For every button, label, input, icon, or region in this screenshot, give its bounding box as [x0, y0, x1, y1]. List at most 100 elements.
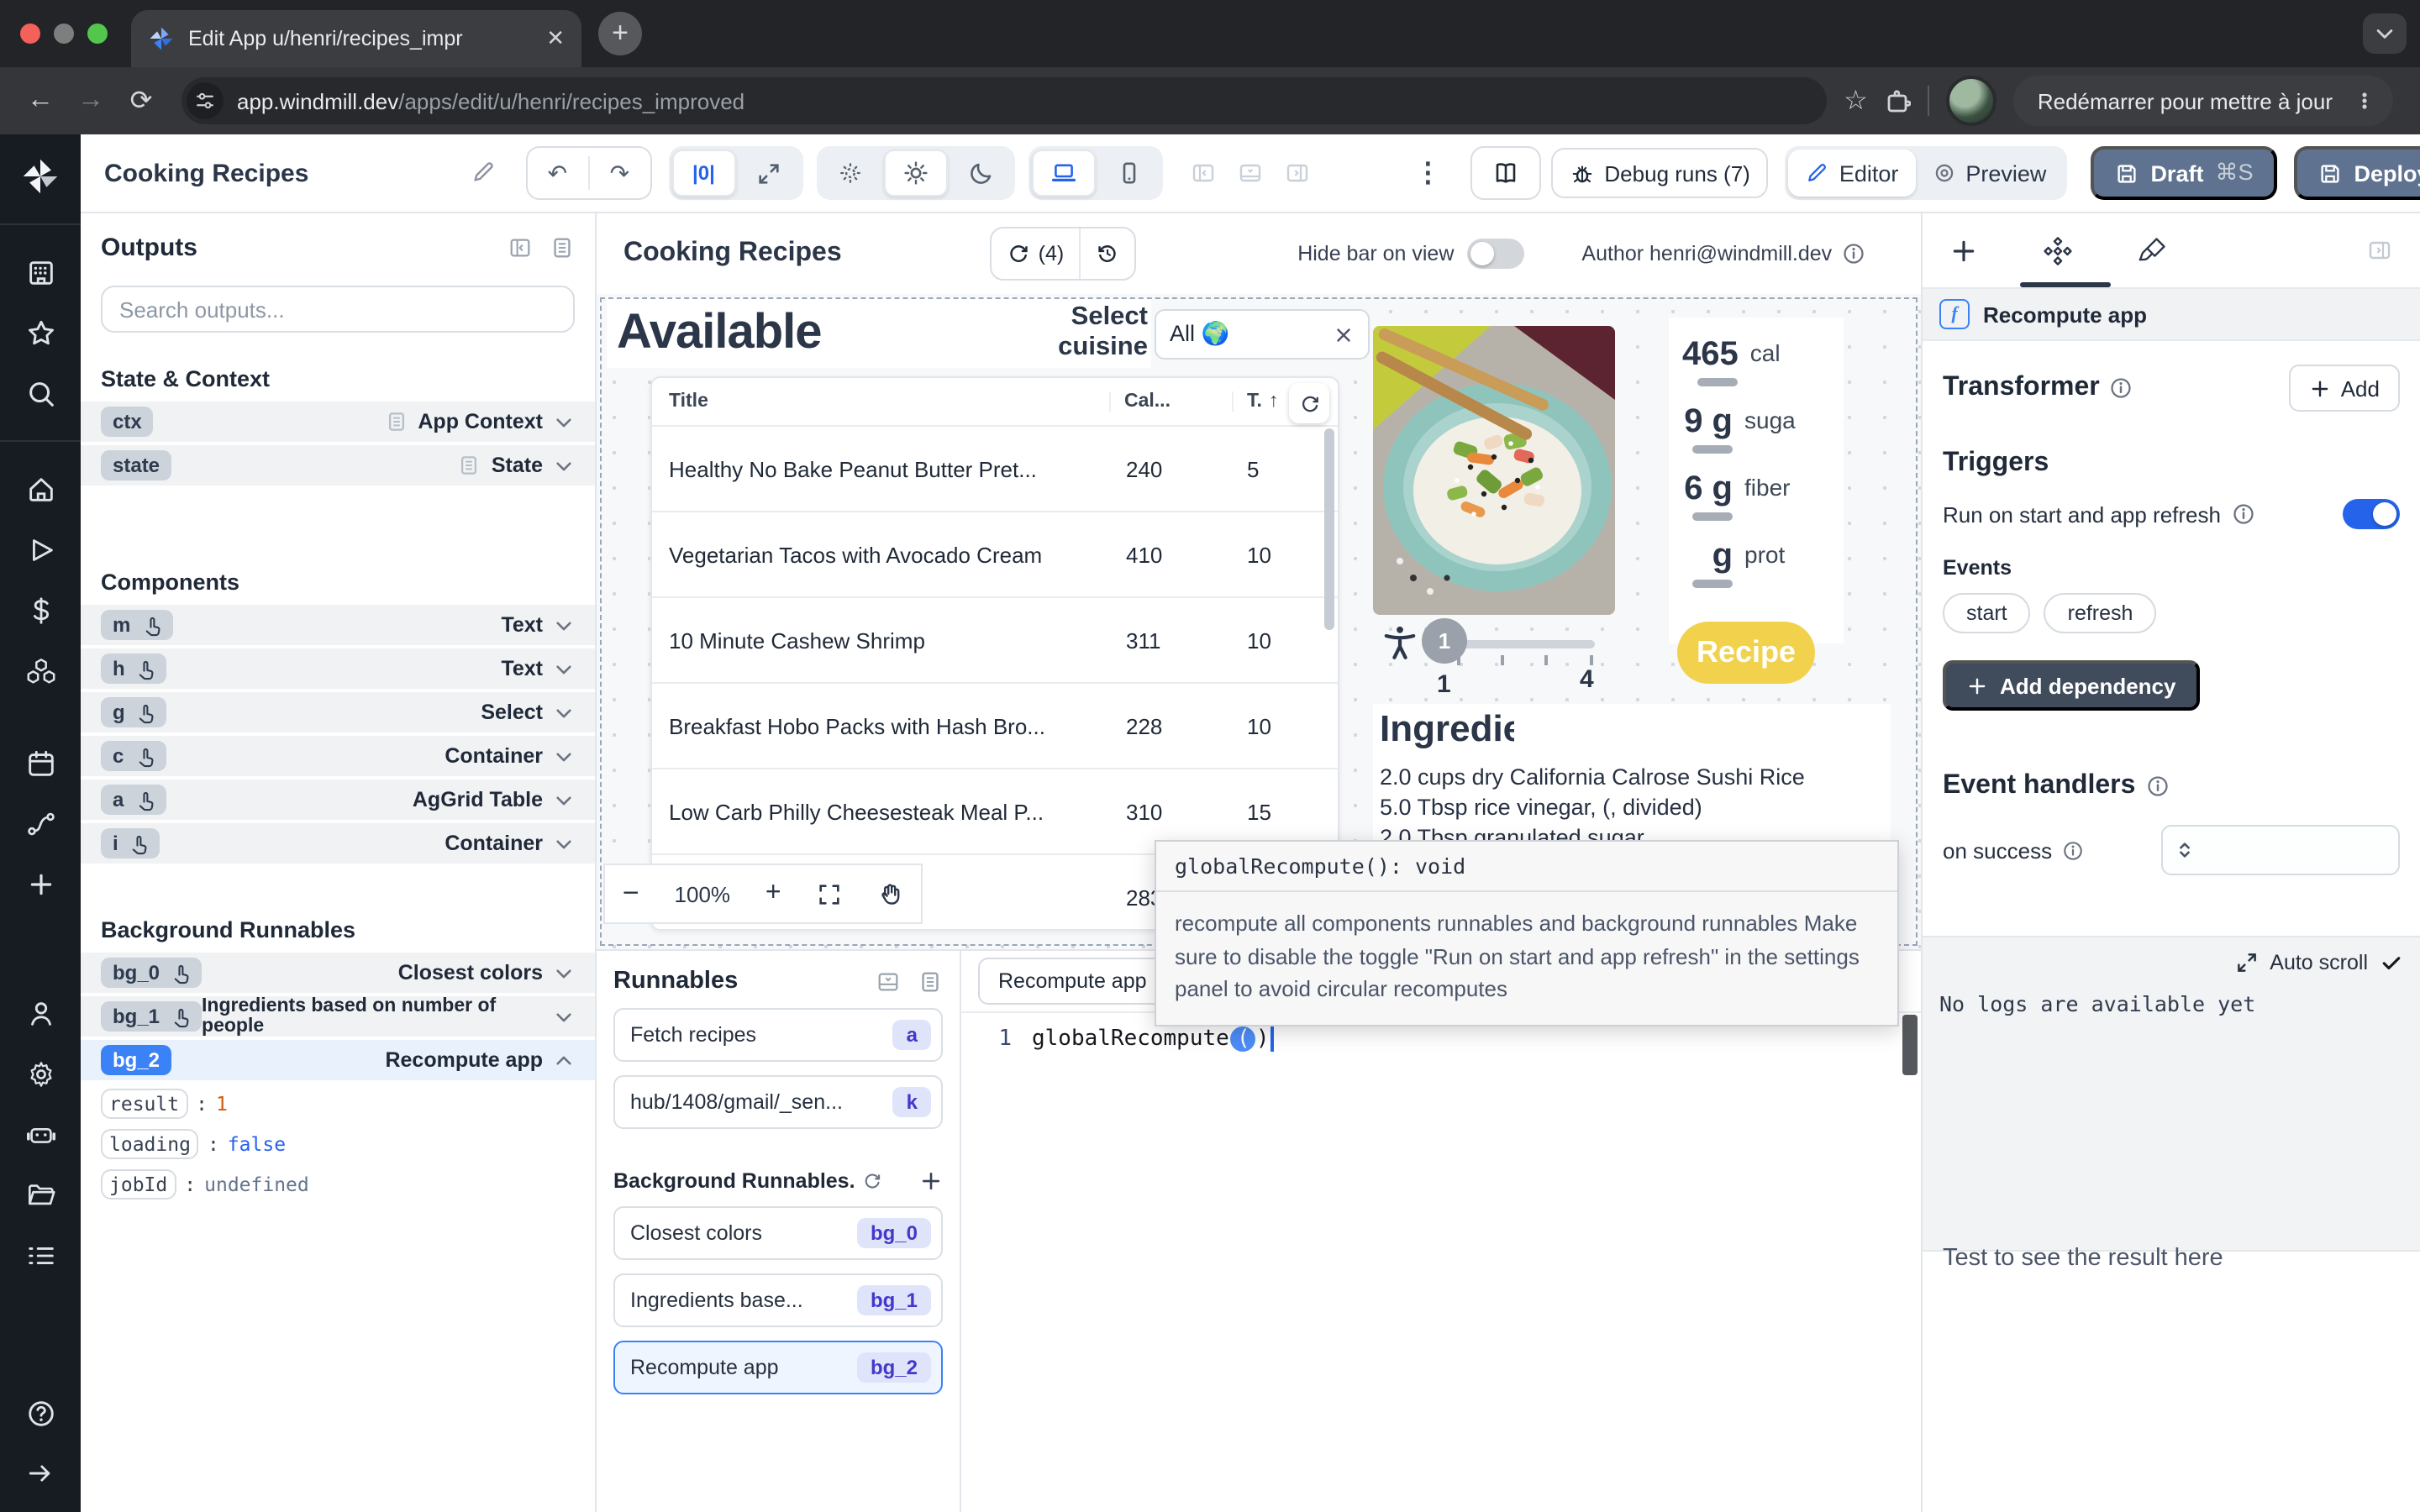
add-bg-runnable-button[interactable]	[919, 1169, 943, 1193]
theme-auto-icon[interactable]	[819, 151, 880, 195]
mobile-view-button[interactable]	[1098, 151, 1159, 195]
zoom-window-button[interactable]	[87, 24, 108, 44]
table-header-title[interactable]: Title	[669, 391, 1109, 412]
sidebar-item-variables[interactable]	[12, 585, 69, 635]
table-header-cal[interactable]: Cal...	[1109, 391, 1232, 412]
component-output-row[interactable]: h Text	[81, 648, 595, 689]
sidebar-item-triggers[interactable]	[12, 798, 69, 848]
theme-light-icon[interactable]	[883, 150, 947, 197]
cuisine-label-component[interactable]: Selectcuisine	[1020, 297, 1151, 368]
sort-ascending-icon[interactable]: ↑	[1269, 391, 1279, 412]
bookmark-star-icon[interactable]: ☆	[1844, 84, 1868, 118]
debug-runs-button[interactable]: Debug runs (7)	[1550, 148, 1768, 198]
table-row[interactable]: Vegetarian Tacos with Avocado Cream 410 …	[652, 511, 1338, 596]
runnable-item[interactable]: Fetch recipes a	[613, 1008, 943, 1062]
desktop-view-button[interactable]	[1031, 150, 1095, 197]
collapse-inspector-icon[interactable]	[2366, 237, 2393, 264]
clear-select-icon[interactable]	[1333, 323, 1355, 345]
theme-dark-icon[interactable]	[950, 151, 1011, 195]
back-button[interactable]: ←	[17, 77, 64, 124]
sidebar-item-folders[interactable]	[12, 1169, 69, 1220]
table-row[interactable]: 10 Minute Cashew Shrimp 311 10	[652, 596, 1338, 682]
edit-title-pencil-icon[interactable]	[470, 158, 495, 188]
tab-close-icon[interactable]: ✕	[546, 25, 565, 52]
sidebar-item-schedules[interactable]	[12, 738, 69, 788]
sidebar-item-resources[interactable]	[12, 645, 69, 696]
browser-menu-icon[interactable]	[2353, 89, 2376, 113]
sidebar-item-favorites[interactable]	[12, 307, 69, 358]
collapse-runnables-icon[interactable]	[876, 969, 901, 994]
info-icon[interactable]	[2062, 839, 2084, 861]
close-window-button[interactable]	[20, 24, 40, 44]
auto-scroll-check-icon[interactable]	[2380, 951, 2403, 974]
bg-runnable-item-bg2-selected[interactable]: Recompute app bg_2	[613, 1341, 943, 1394]
minimize-window-button[interactable]	[54, 24, 74, 44]
heading-text-component[interactable]: Available	[607, 297, 1030, 368]
outputs-doc-icon[interactable]	[550, 235, 575, 260]
new-tab-button[interactable]: +	[598, 12, 642, 55]
loading-row[interactable]: loading : false	[81, 1124, 595, 1164]
sidebar-item-add[interactable]	[12, 858, 69, 909]
toggle-right-panel-icon[interactable]	[1283, 160, 1310, 186]
fit-view-icon[interactable]	[816, 881, 841, 906]
forward-button[interactable]: →	[67, 77, 114, 124]
styling-tab-icon[interactable]	[2138, 235, 2168, 265]
component-output-row[interactable]: m Text	[81, 605, 595, 645]
runnables-doc-icon[interactable]	[918, 969, 943, 994]
output-row-ctx[interactable]: ctx App Context	[81, 402, 595, 442]
component-output-row[interactable]: c Container	[81, 736, 595, 776]
reload-button[interactable]: ⟳	[118, 77, 165, 124]
sidebar-item-runs[interactable]	[12, 524, 69, 575]
info-icon[interactable]	[1842, 242, 1865, 265]
sidebar-item-logs[interactable]	[12, 1230, 69, 1280]
undo-button[interactable]: ↶	[527, 150, 587, 197]
run-on-start-toggle[interactable]	[2343, 499, 2400, 529]
deploy-button[interactable]: Deploy	[2294, 146, 2420, 200]
chevron-down-icon[interactable]	[553, 411, 575, 433]
bg-runnables-refresh-icon[interactable]	[862, 1171, 882, 1191]
expand-logs-icon[interactable]	[2234, 951, 2258, 974]
zoom-out-button[interactable]: −	[623, 877, 639, 911]
component-output-row[interactable]: g Select	[81, 692, 595, 732]
chevron-down-icon[interactable]	[553, 1005, 575, 1027]
chevron-down-icon[interactable]	[553, 454, 575, 476]
runnable-item[interactable]: hub/1408/gmail/_sen... k	[613, 1075, 943, 1129]
sidebar-item-workers[interactable]	[12, 1109, 69, 1159]
add-transformer-button[interactable]: Add	[2289, 365, 2400, 412]
expand-layout-button[interactable]	[739, 151, 799, 195]
chevron-down-icon[interactable]	[553, 701, 575, 723]
settings-components-tab-icon[interactable]	[2042, 234, 2074, 266]
background-output-row-bg0[interactable]: bg_0 Closest colors	[81, 953, 595, 993]
info-icon[interactable]	[2231, 502, 2254, 526]
table-refresh-button[interactable]	[1289, 383, 1329, 423]
profile-avatar[interactable]	[1947, 76, 1997, 126]
people-slider-handle[interactable]: 1	[1422, 618, 1467, 664]
bg-runnable-item-bg0[interactable]: Closest colors bg_0	[613, 1206, 943, 1260]
chevron-up-icon[interactable]	[553, 1049, 575, 1071]
sidebar-item-home[interactable]	[12, 464, 69, 514]
sidebar-item-settings[interactable]	[12, 1048, 69, 1099]
table-row[interactable]: Breakfast Hobo Packs with Hash Bro... 22…	[652, 682, 1338, 768]
browser-tab[interactable]: Edit App u/henri/recipes_impr ✕	[131, 10, 581, 67]
zoom-in-button[interactable]: +	[765, 879, 781, 909]
sidebar-item-help[interactable]	[12, 1388, 69, 1438]
output-row-state[interactable]: state State	[81, 445, 595, 486]
info-icon[interactable]	[2110, 376, 2133, 400]
info-icon[interactable]	[2145, 774, 2169, 798]
component-output-row[interactable]: a AgGrid Table	[81, 780, 595, 820]
extensions-icon[interactable]	[1885, 87, 1912, 114]
relaunch-to-update-button[interactable]: Redémarrer pour mettre à jour	[2014, 76, 2393, 126]
outputs-search[interactable]	[101, 286, 575, 333]
outputs-search-input[interactable]	[116, 295, 560, 323]
editor-scrollbar[interactable]	[1902, 1015, 1918, 1075]
code-line-1[interactable]: 1 globalRecompute()	[961, 1026, 1921, 1052]
history-button[interactable]	[1079, 228, 1134, 279]
windmill-logo[interactable]	[12, 151, 69, 202]
draft-button[interactable]: Draft ⌘S	[2090, 146, 2276, 200]
recipe-button[interactable]: Recipe	[1677, 622, 1815, 684]
site-settings-icon[interactable]	[187, 82, 224, 119]
docs-button[interactable]	[1470, 146, 1540, 200]
insert-component-tab-icon[interactable]	[1949, 236, 1978, 265]
result-row[interactable]: result : 1	[81, 1084, 595, 1124]
toggle-bottom-panel-icon[interactable]	[1236, 160, 1263, 186]
